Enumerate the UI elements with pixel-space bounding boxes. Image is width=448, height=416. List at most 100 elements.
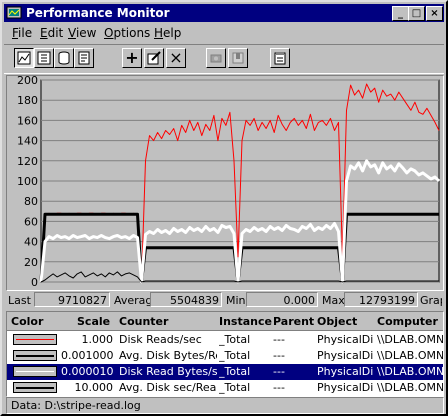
legend-parent: --- <box>273 333 285 346</box>
options-button[interactable] <box>270 48 290 68</box>
color-swatch <box>13 382 57 393</box>
report-view-button[interactable] <box>74 48 94 68</box>
status-bar: Data: D:\stripe-read.log <box>6 397 444 414</box>
header-computer: Computer <box>377 315 438 328</box>
swatch-line <box>16 387 54 389</box>
legend-scale: 0.0000100 <box>61 365 113 378</box>
legend-object: PhysicalDisk <box>317 333 373 346</box>
legend-object: PhysicalDisk <box>317 349 373 362</box>
legend-object: PhysicalDisk <box>317 381 373 394</box>
y-tick-label: 140 <box>17 135 38 148</box>
legend-computer: \\DLAB.OMN <box>377 333 443 346</box>
menu-help[interactable]: Help <box>154 26 181 40</box>
color-swatch <box>13 366 57 377</box>
legend-scale: 10.000 <box>74 381 114 394</box>
color-swatch <box>13 334 57 345</box>
menu-view[interactable]: View <box>68 26 96 40</box>
legend-computer: \\DLAB.OMN <box>377 381 443 394</box>
max-label: Max <box>322 294 345 307</box>
menu-options[interactable]: Options <box>104 26 150 40</box>
header-counter: Counter <box>119 315 169 328</box>
swatch-line <box>16 339 54 340</box>
header-parent: Parent <box>273 315 315 328</box>
legend-row[interactable]: 0.0000100 Disk Read Bytes/sec_Total --- Phy… <box>7 364 443 380</box>
legend-parent: --- <box>273 365 285 378</box>
alert-view-button[interactable] <box>34 48 54 68</box>
legend-counter: Disk Read Bytes/sec <box>119 365 217 378</box>
legend-instance: _Total <box>219 349 251 362</box>
app-icon[interactable] <box>6 5 22 21</box>
menu-bar: File Edit View Options Help <box>4 24 444 42</box>
performance-chart[interactable]: 0 20 40 60 80 100 120 140 160 180 200 <box>7 76 441 288</box>
report-view-icon <box>78 51 90 65</box>
header-instance: Instance <box>219 315 272 328</box>
chart-view-button[interactable] <box>14 48 34 68</box>
add-counter-icon: + <box>125 48 139 67</box>
legend-parent: --- <box>273 349 285 362</box>
legend-instance: _Total <box>219 381 251 394</box>
y-tick-label: 100 <box>17 175 38 188</box>
legend-instance: _Total <box>219 333 251 346</box>
bookmark-icon <box>232 52 244 64</box>
legend-scale: 1.000 <box>81 333 114 346</box>
bookmark-button[interactable] <box>228 48 248 68</box>
edit-counter-icon <box>147 51 161 65</box>
legend-object: PhysicalDisk <box>317 365 373 378</box>
y-tick-label: 200 <box>17 76 38 87</box>
y-tick-label: 120 <box>17 155 38 168</box>
min-label: Min <box>226 294 246 307</box>
min-value: 0.000 <box>246 292 318 307</box>
value-bar: Last 9710827 Average 5504839 Min 0.000 M… <box>6 291 442 309</box>
legend-scale: 0.0010000 <box>61 349 113 362</box>
delete-counter-button[interactable]: × <box>166 48 186 68</box>
add-counter-button[interactable]: + <box>122 48 142 68</box>
toolbar: + × <box>4 44 444 74</box>
window-title: Performance Monitor <box>26 6 170 20</box>
legend-row[interactable]: 1.000 Disk Reads/sec _Total --- PhysicalDisk… <box>7 332 443 348</box>
swatch-line <box>16 371 54 372</box>
average-value: 5504839 <box>150 292 222 307</box>
y-tick-label: 160 <box>17 114 38 127</box>
graph-label: Graph <box>420 294 442 307</box>
header-object: Object <box>317 315 358 328</box>
legend-row[interactable]: 0.0010000 Avg. Disk Bytes/Read_Total --- Ph… <box>7 348 443 364</box>
menu-file[interactable]: File <box>12 26 32 40</box>
swatch-line <box>16 355 54 357</box>
max-value: 12793199 <box>344 292 418 307</box>
alert-view-icon <box>37 51 51 65</box>
last-label: Last <box>8 294 31 307</box>
y-tick-label: 60 <box>24 215 38 228</box>
log-view-button[interactable] <box>54 48 74 68</box>
legend-header: Color Scale Counter Instance Parent Obje… <box>7 312 443 331</box>
legend-computer: \\DLAB.OMN <box>377 365 443 378</box>
y-tick-label: 20 <box>24 256 38 269</box>
status-text: Data: D:\stripe-read.log <box>11 399 141 412</box>
performance-monitor-window: Performance Monitor _ □ × File Edit View… <box>0 0 448 416</box>
title-bar[interactable]: Performance Monitor _ □ × <box>4 4 444 22</box>
minimize-button[interactable]: _ <box>392 6 409 21</box>
y-tick-label: 40 <box>24 236 38 249</box>
chart-area[interactable]: 0 20 40 60 80 100 120 140 160 180 200 <box>6 75 444 291</box>
options-icon <box>274 52 286 65</box>
header-scale: Scale <box>77 315 111 328</box>
header-color: Color <box>11 315 44 328</box>
menu-edit[interactable]: Edit <box>40 26 63 40</box>
y-tick-label: 180 <box>17 94 38 107</box>
update-now-button[interactable] <box>206 48 226 68</box>
maximize-button[interactable]: □ <box>408 6 425 21</box>
edit-counter-button[interactable] <box>144 48 164 68</box>
y-tick-label: 80 <box>24 195 38 208</box>
y-tick-label: 0 <box>31 276 38 288</box>
legend-instance: _Total <box>219 365 251 378</box>
color-swatch <box>13 350 57 361</box>
legend-parent: --- <box>273 381 285 394</box>
log-view-icon <box>58 51 70 65</box>
legend-counter: Avg. Disk sec/Read <box>119 381 217 394</box>
close-button[interactable]: × <box>426 6 443 21</box>
chart-view-icon <box>17 51 31 65</box>
delete-counter-icon: × <box>169 48 183 67</box>
legend-counter: Avg. Disk Bytes/Read <box>119 349 217 362</box>
last-value: 9710827 <box>34 292 110 307</box>
counter-legend: Color Scale Counter Instance Parent Obje… <box>6 311 444 397</box>
legend-row[interactable]: 10.000 Avg. Disk sec/Read _Total --- Physica… <box>7 380 443 396</box>
